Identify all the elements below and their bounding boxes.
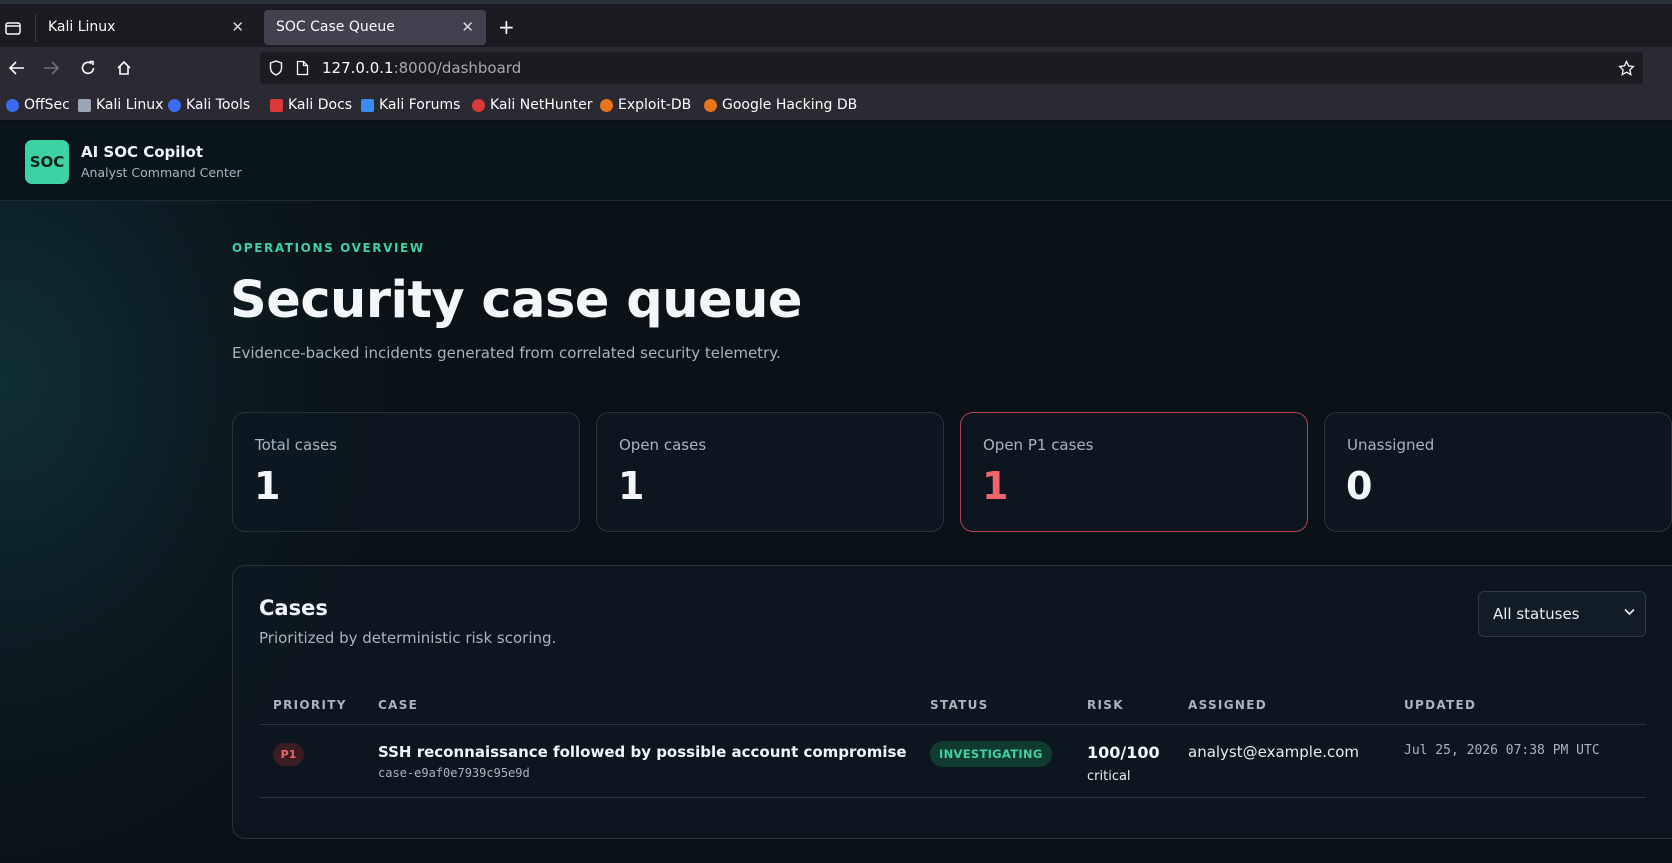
bookmark-google-hacking-db[interactable]: Google Hacking DB xyxy=(704,97,857,113)
app-header: SOC AI SOC Copilot Analyst Command Cente… xyxy=(0,121,1672,201)
page-info-icon[interactable] xyxy=(293,59,311,77)
bookmark-label: Exploit-DB xyxy=(618,97,692,113)
browser-nav-bar: 127.0.0.1:8000/dashboard xyxy=(0,47,1672,93)
new-tab-button[interactable]: + xyxy=(498,17,515,37)
assigned-analyst: analyst@example.com xyxy=(1188,743,1359,761)
page-description: Evidence-backed incidents generated from… xyxy=(232,344,781,362)
kali-docs-icon xyxy=(270,98,283,112)
bookmark-offsec[interactable]: OffSec xyxy=(6,97,70,113)
stat-card-unassigned: Unassigned 0 xyxy=(1324,412,1672,532)
column-header-case[interactable]: CASE xyxy=(378,698,418,712)
stat-value: 1 xyxy=(254,464,281,508)
reload-icon[interactable] xyxy=(77,57,99,79)
app-viewport: SOC AI SOC Copilot Analyst Command Cente… xyxy=(0,121,1672,863)
bookmark-kali-nethunter[interactable]: Kali NetHunter xyxy=(472,97,592,113)
status-filter-select[interactable]: All statuses xyxy=(1478,591,1646,637)
offsec-icon xyxy=(6,98,19,112)
stat-value: 1 xyxy=(982,464,1009,508)
bookmarks-toolbar: OffSec Kali Linux Kali Tools Kali Docs K… xyxy=(0,93,1672,121)
tab-title: SOC Case Queue xyxy=(276,19,395,35)
cases-table-header: PRIORITY CASE STATUS RISK ASSIGNED UPDAT… xyxy=(259,689,1646,725)
kali-tools-icon xyxy=(168,98,181,112)
url-bar[interactable]: 127.0.0.1:8000/dashboard xyxy=(260,52,1643,84)
stat-label: Open P1 cases xyxy=(983,436,1094,454)
bookmark-kali-forums[interactable]: Kali Forums xyxy=(361,97,460,113)
app-logo[interactable]: SOC xyxy=(25,140,69,184)
close-tab-icon[interactable]: ✕ xyxy=(461,18,474,36)
url-host: 127.0.0.1 xyxy=(322,59,394,77)
column-header-risk[interactable]: RISK xyxy=(1087,698,1124,712)
cases-title: Cases xyxy=(259,596,328,620)
stat-label: Total cases xyxy=(255,436,338,454)
updated-timestamp: Jul 25, 2026 07:38 PM UTC xyxy=(1404,743,1600,758)
risk-level: critical xyxy=(1087,769,1131,784)
bookmark-label: Kali Tools xyxy=(186,97,251,113)
tab-title: Kali Linux xyxy=(48,19,116,35)
nethunter-icon xyxy=(472,98,485,112)
browser-tab-bar: Kali Linux ✕ SOC Case Queue ✕ + xyxy=(0,0,1672,47)
cases-panel: Cases Prioritized by deterministic risk … xyxy=(232,565,1672,839)
bookmark-star-icon[interactable] xyxy=(1617,59,1635,77)
app-title: AI SOC Copilot xyxy=(81,143,204,161)
stat-value: 0 xyxy=(1346,464,1373,508)
priority-badge: P1 xyxy=(273,743,304,766)
url-path: :8000/dashboard xyxy=(393,59,522,77)
bookmark-label: Google Hacking DB xyxy=(722,97,858,113)
forward-arrow-icon[interactable] xyxy=(40,57,62,79)
close-tab-icon[interactable]: ✕ xyxy=(231,18,244,36)
bookmark-kali-docs[interactable]: Kali Docs xyxy=(270,97,352,113)
bookmark-label: Kali Docs xyxy=(288,97,353,113)
stat-value: 1 xyxy=(618,464,645,508)
column-header-assigned[interactable]: ASSIGNED xyxy=(1188,698,1267,712)
kali-forums-icon xyxy=(361,98,374,112)
stat-card-open-p1-cases: Open P1 cases 1 xyxy=(960,412,1308,532)
column-header-priority[interactable]: PRIORITY xyxy=(273,698,347,712)
status-filter-value: All statuses xyxy=(1493,605,1580,623)
home-icon[interactable] xyxy=(113,57,135,79)
stat-label: Unassigned xyxy=(1347,436,1435,454)
cases-subtitle: Prioritized by deterministic risk scorin… xyxy=(259,629,557,647)
bookmark-label: OffSec xyxy=(24,97,70,113)
column-header-updated[interactable]: UPDATED xyxy=(1404,698,1476,712)
column-header-status[interactable]: STATUS xyxy=(930,698,989,712)
chevron-down-icon xyxy=(1624,606,1635,619)
section-eyebrow: OPERATIONS OVERVIEW xyxy=(232,241,425,255)
bookmark-label: Kali Forums xyxy=(379,97,461,113)
case-id: case-e9af0e7939c95e9d xyxy=(378,766,530,780)
case-title-link[interactable]: SSH reconnaissance followed by possible … xyxy=(378,743,907,761)
back-arrow-icon[interactable] xyxy=(6,57,28,79)
tab-soc-case-queue[interactable]: SOC Case Queue ✕ xyxy=(264,10,486,45)
url-text: 127.0.0.1:8000/dashboard xyxy=(322,59,521,77)
bookmark-label: Kali Linux xyxy=(96,97,164,113)
bookmark-label: Kali NetHunter xyxy=(490,97,593,113)
kali-dragon-icon xyxy=(78,98,91,112)
status-badge: INVESTIGATING xyxy=(930,741,1052,767)
bookmark-kali-linux[interactable]: Kali Linux xyxy=(78,97,163,113)
tab-list-icon[interactable] xyxy=(0,14,26,42)
bookmark-exploit-db[interactable]: Exploit-DB xyxy=(600,97,691,113)
app-subtitle: Analyst Command Center xyxy=(81,165,242,180)
stat-label: Open cases xyxy=(619,436,707,454)
shield-icon[interactable] xyxy=(267,59,285,77)
stat-card-open-cases: Open cases 1 xyxy=(596,412,944,532)
table-row[interactable]: P1 SSH reconnaissance followed by possib… xyxy=(259,726,1646,798)
risk-score: 100/100 xyxy=(1087,743,1160,762)
page-title: Security case queue xyxy=(230,271,803,330)
exploit-db-icon xyxy=(600,98,613,112)
ghdb-icon xyxy=(704,98,717,112)
tab-kali-linux[interactable]: Kali Linux ✕ xyxy=(36,10,256,45)
stat-card-total-cases: Total cases 1 xyxy=(232,412,580,532)
bookmark-kali-tools[interactable]: Kali Tools xyxy=(168,97,250,113)
